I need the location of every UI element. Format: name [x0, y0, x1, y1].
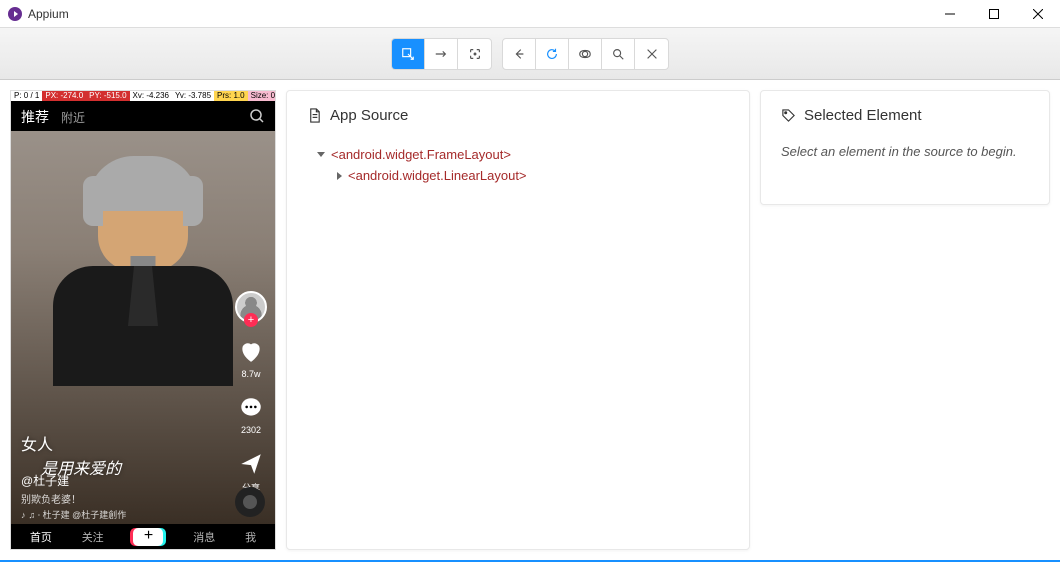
selected-element-panel: Selected Element Select an element in th…: [760, 90, 1050, 205]
follow-plus-icon[interactable]: +: [244, 313, 258, 327]
sound-marquee[interactable]: ♪♫ ⸱ 杜子建 @杜子建創作: [21, 508, 126, 521]
tab-nearby[interactable]: 附近: [61, 109, 85, 126]
appium-logo-icon: [8, 7, 22, 21]
nav-create-button[interactable]: +: [133, 528, 163, 546]
video-meta: @杜子建 别欺负老婆！ ♪♫ ⸱ 杜子建 @杜子建創作: [21, 472, 126, 521]
start-recording-button[interactable]: [569, 39, 602, 69]
nav-me[interactable]: 我: [245, 529, 256, 545]
sound-disc-icon[interactable]: [235, 487, 265, 517]
comment-count: 2302: [241, 425, 261, 435]
swipe-by-coordinates-button[interactable]: [425, 39, 458, 69]
author-avatar[interactable]: +: [235, 291, 267, 323]
debug-status-bar: P: 0 / 1 PX: -274.0 PY: -515.0 Xv: -4.23…: [11, 91, 275, 101]
status-xv: Xv: -4.236: [130, 91, 172, 101]
select-elements-button[interactable]: [392, 39, 425, 69]
nav-home[interactable]: 首页: [30, 529, 52, 545]
app-source-title: App Source: [330, 107, 408, 124]
titlebar: Appium: [0, 0, 1060, 28]
selected-element-title: Selected Element: [804, 107, 922, 124]
search-for-element-button[interactable]: [602, 39, 635, 69]
app-source-panel: App Source <android.widget.FrameLayout> …: [286, 90, 750, 550]
search-icon[interactable]: [249, 108, 265, 127]
toolbar: [0, 28, 1060, 80]
back-button[interactable]: [503, 39, 536, 69]
tap-by-coordinates-button[interactable]: [458, 39, 491, 69]
status-yv: Yv: -3.785: [172, 91, 214, 101]
minimize-button[interactable]: [928, 0, 972, 28]
status-size: Size: 0.02: [248, 91, 276, 101]
status-prs: Prs: 1.0: [214, 91, 248, 101]
author-name[interactable]: @杜子建: [21, 472, 126, 489]
tree-caret-collapsed-icon[interactable]: [337, 172, 342, 180]
nav-message[interactable]: 消息: [193, 529, 215, 545]
maximize-button[interactable]: [972, 0, 1016, 28]
side-action-bar: + 8.7w 2302 分享: [235, 291, 267, 494]
nav-follow[interactable]: 关注: [82, 529, 104, 545]
video-description: 别欺负老婆！: [21, 491, 126, 506]
window-title: Appium: [28, 7, 69, 21]
tree-caret-expanded-icon[interactable]: [317, 152, 325, 157]
status-py: PY: -515.0: [86, 91, 129, 101]
like-count: 8.7w: [241, 369, 260, 379]
quit-session-button[interactable]: [635, 39, 668, 69]
selected-element-placeholder: Select an element in the source to begin…: [781, 144, 1029, 159]
tree-node-framelayout[interactable]: <android.widget.FrameLayout>: [331, 147, 511, 162]
bottom-nav: 首页 关注 + 消息 我: [11, 524, 275, 549]
tab-recommend[interactable]: 推荐: [21, 107, 49, 127]
refresh-button[interactable]: [536, 39, 569, 69]
status-px: PX: -274.0: [42, 91, 86, 101]
tag-icon: [781, 108, 796, 123]
share-icon[interactable]: [236, 449, 266, 479]
status-pointer: P: 0 / 1: [11, 91, 42, 101]
device-screenshot[interactable]: P: 0 / 1 PX: -274.0 PY: -515.0 Xv: -4.23…: [10, 90, 276, 550]
caption-line-1: 女人: [21, 431, 121, 455]
tree-node-linearlayout[interactable]: <android.widget.LinearLayout>: [348, 168, 527, 183]
like-icon[interactable]: [236, 337, 266, 367]
file-icon: [307, 108, 322, 123]
comment-icon[interactable]: [236, 393, 266, 423]
close-button[interactable]: [1016, 0, 1060, 28]
person-figure: [73, 141, 213, 421]
source-tree: <android.widget.FrameLayout> <android.wi…: [307, 144, 729, 186]
